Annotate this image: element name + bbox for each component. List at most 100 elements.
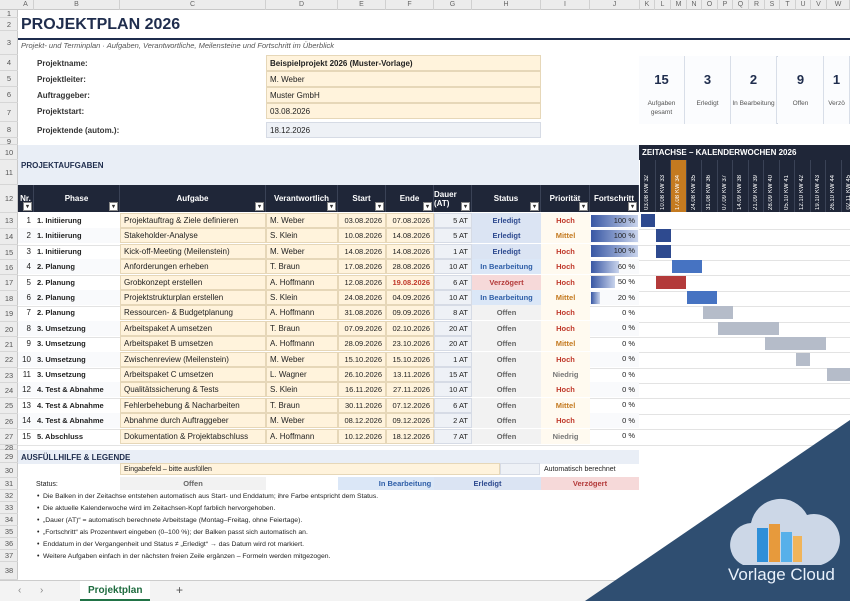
row-header-22[interactable]: 22 — [0, 352, 18, 368]
task-owner[interactable]: M. Weber — [266, 243, 338, 259]
col-header-b[interactable]: B — [34, 0, 120, 10]
filter-dropdown-icon[interactable]: ▾ — [23, 202, 32, 211]
task-status[interactable]: Offen — [472, 428, 541, 444]
task-name[interactable]: Arbeitspaket C umsetzen — [120, 367, 266, 382]
task-progress[interactable]: 60 % — [591, 260, 638, 273]
task-priority[interactable]: Hoch — [541, 274, 590, 290]
col-header-q[interactable]: Q — [733, 0, 749, 10]
col-header-o[interactable]: O — [702, 0, 718, 10]
task-name[interactable]: Qualitätssicherung & Tests — [120, 382, 266, 398]
task-start[interactable]: 10.08.2026 — [338, 228, 386, 244]
task-end[interactable]: 23.10.2026 — [386, 336, 434, 352]
task-owner[interactable]: L. Wagner — [266, 367, 338, 382]
task-progress[interactable]: 100 % — [591, 245, 638, 258]
col-header-d[interactable]: D — [266, 0, 338, 10]
task-progress[interactable]: 0 % — [591, 353, 638, 365]
prev-sheet-icon[interactable]: ‹ — [18, 585, 21, 596]
col-header-p[interactable]: P — [718, 0, 733, 10]
task-start[interactable]: 10.12.2026 — [338, 428, 386, 444]
task-start[interactable]: 30.11.2026 — [338, 397, 386, 413]
task-end[interactable]: 04.09.2026 — [386, 290, 434, 305]
task-status[interactable]: Offen — [472, 351, 541, 367]
task-status[interactable]: Offen — [472, 367, 541, 382]
task-owner[interactable]: T. Braun — [266, 397, 338, 413]
task-name[interactable]: Abnahme durch Auftraggeber — [120, 413, 266, 429]
task-owner[interactable]: A. Hoffmann — [266, 274, 338, 290]
task-end[interactable]: 13.11.2026 — [386, 367, 434, 382]
task-progress[interactable]: 0 % — [591, 384, 638, 396]
task-priority[interactable]: Hoch — [541, 213, 590, 228]
task-status[interactable]: Erledigt — [472, 228, 541, 244]
task-owner[interactable]: M. Weber — [266, 213, 338, 228]
row-header-11[interactable]: 11 — [0, 160, 18, 185]
task-status[interactable]: Offen — [472, 397, 541, 413]
row-header-31[interactable]: 31 — [0, 478, 18, 490]
task-status[interactable]: Offen — [472, 413, 541, 429]
task-priority[interactable]: Mittel — [541, 397, 590, 413]
task-owner[interactable]: T. Braun — [266, 320, 338, 336]
add-sheet-button[interactable]: + — [176, 583, 183, 597]
row-header-15[interactable]: 15 — [0, 245, 18, 260]
row-header-3[interactable]: 3 — [0, 31, 18, 55]
filter-dropdown-icon[interactable]: ▾ — [628, 202, 637, 211]
task-start[interactable]: 08.12.2026 — [338, 413, 386, 429]
row-header-37[interactable]: 37 — [0, 550, 18, 562]
task-end[interactable]: 28.08.2026 — [386, 259, 434, 275]
row-header-35[interactable]: 35 — [0, 526, 18, 538]
task-priority[interactable]: Hoch — [541, 351, 590, 367]
task-name[interactable]: Arbeitspaket A umsetzen — [120, 320, 266, 336]
task-end[interactable]: 14.08.2026 — [386, 243, 434, 259]
task-owner[interactable]: T. Braun — [266, 259, 338, 275]
task-owner[interactable]: A. Hoffmann — [266, 428, 338, 444]
row-header-16[interactable]: 16 — [0, 260, 18, 275]
task-start[interactable]: 07.09.2026 — [338, 320, 386, 336]
task-progress[interactable]: 0 % — [591, 307, 638, 319]
row-header-36[interactable]: 36 — [0, 538, 18, 550]
task-priority[interactable]: Hoch — [541, 259, 590, 275]
col-header-j[interactable]: J — [590, 0, 640, 10]
task-progress[interactable]: 100 % — [591, 214, 638, 227]
task-status[interactable]: Erledigt — [472, 243, 541, 259]
task-status[interactable]: Erledigt — [472, 213, 541, 228]
col-header-a[interactable]: A — [18, 0, 34, 10]
col-header-s[interactable]: S — [765, 0, 780, 10]
row-header-33[interactable]: 33 — [0, 502, 18, 514]
filter-dropdown-icon[interactable]: ▾ — [579, 202, 588, 211]
row-header-1[interactable]: 1 — [0, 9, 18, 18]
filter-dropdown-icon[interactable]: ▾ — [375, 202, 384, 211]
task-owner[interactable]: M. Weber — [266, 413, 338, 429]
row-header-17[interactable]: 17 — [0, 275, 18, 291]
filter-dropdown-icon[interactable]: ▾ — [255, 202, 264, 211]
task-name[interactable]: Grobkonzept erstellen — [120, 274, 266, 290]
info-value-field[interactable]: Muster GmbH — [266, 87, 541, 103]
task-name[interactable]: Anforderungen erheben — [120, 259, 266, 275]
task-end[interactable]: 27.11.2026 — [386, 382, 434, 398]
col-header-g[interactable]: G — [434, 0, 472, 10]
task-priority[interactable]: Mittel — [541, 228, 590, 244]
task-progress[interactable]: 50 % — [591, 276, 638, 289]
col-header-r[interactable]: R — [749, 0, 765, 10]
task-start[interactable]: 14.08.2026 — [338, 243, 386, 259]
row-header-20[interactable]: 20 — [0, 322, 18, 337]
task-name[interactable]: Stakeholder-Analyse — [120, 228, 266, 244]
col-header-w[interactable]: W — [827, 0, 850, 10]
task-end[interactable]: 18.12.2026 — [386, 428, 434, 444]
next-sheet-icon[interactable]: › — [40, 585, 43, 596]
col-header-h[interactable]: H — [472, 0, 541, 10]
task-name[interactable]: Projektauftrag & Ziele definieren — [120, 213, 266, 228]
task-priority[interactable]: Mittel — [541, 290, 590, 305]
info-value-field[interactable]: 03.08.2026 — [266, 103, 541, 119]
task-priority[interactable]: Hoch — [541, 382, 590, 398]
row-header-30[interactable]: 30 — [0, 463, 18, 478]
task-progress[interactable]: 0 % — [591, 338, 638, 350]
filter-dropdown-icon[interactable]: ▾ — [461, 202, 470, 211]
row-header-5[interactable]: 5 — [0, 71, 18, 87]
col-header-e[interactable]: E — [338, 0, 386, 10]
task-status[interactable]: Offen — [472, 382, 541, 398]
col-header-k[interactable]: K — [640, 0, 655, 10]
row-header-23[interactable]: 23 — [0, 368, 18, 383]
task-name[interactable]: Kick-off-Meeting (Meilenstein) — [120, 243, 266, 259]
row-header-14[interactable]: 14 — [0, 229, 18, 245]
col-header-m[interactable]: M — [671, 0, 687, 10]
row-header-6[interactable]: 6 — [0, 87, 18, 103]
